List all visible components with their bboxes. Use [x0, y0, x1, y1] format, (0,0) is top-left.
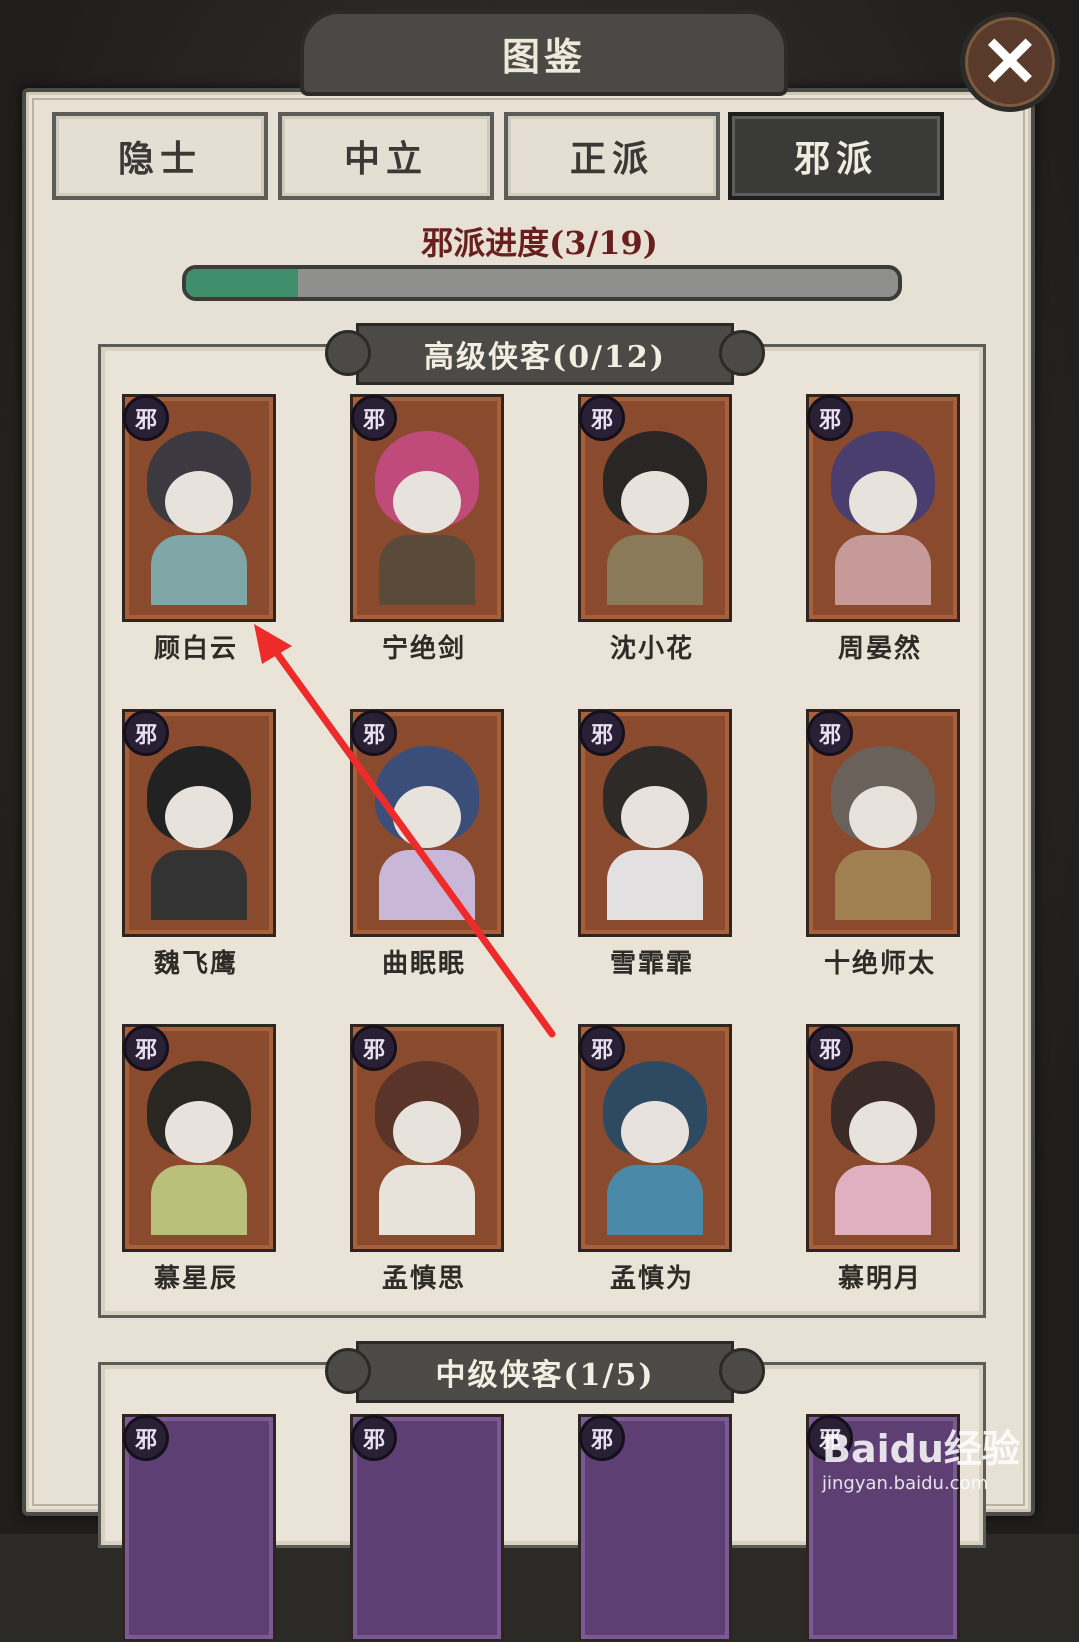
- red-arrow-annotation: [254, 624, 556, 1038]
